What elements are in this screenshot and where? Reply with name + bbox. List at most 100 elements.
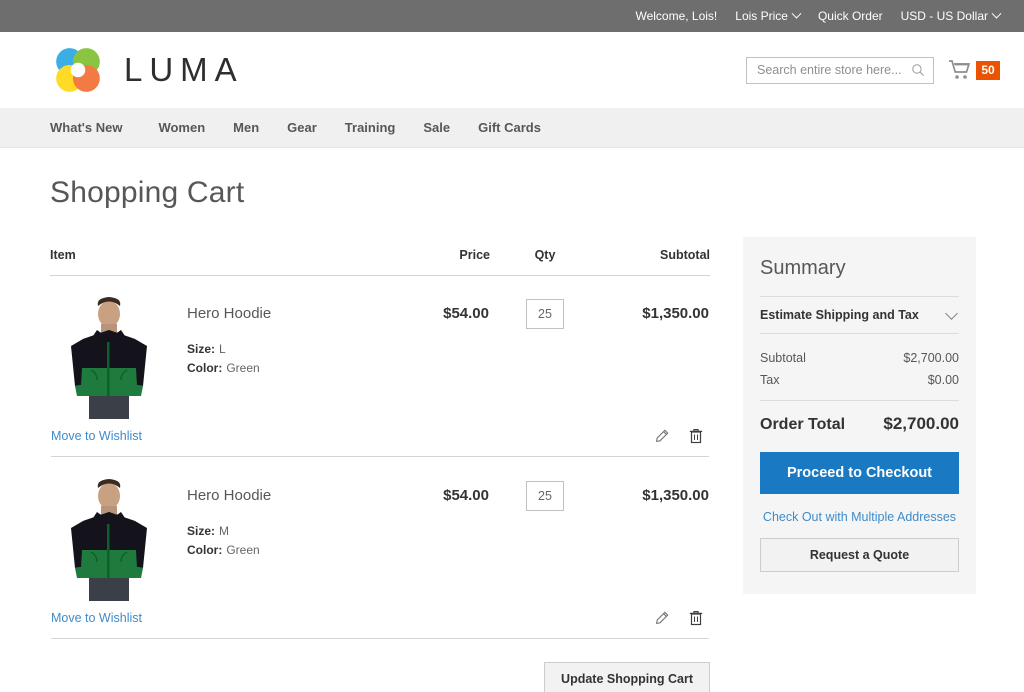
item-price: $54.00 bbox=[443, 305, 489, 322]
summary-tax-value: $0.00 bbox=[927, 373, 959, 387]
product-option-color: Color: Green bbox=[187, 359, 271, 378]
logo[interactable]: LUMA bbox=[50, 42, 244, 98]
estimate-shipping-toggle[interactable]: Estimate Shipping and Tax bbox=[760, 296, 959, 334]
table-row: Hero Hoodie Size: L Color: Green $54.00 … bbox=[50, 276, 710, 421]
luma-logo-icon bbox=[56, 48, 100, 92]
header-actions: 50 bbox=[746, 56, 1000, 84]
product-name[interactable]: Hero Hoodie bbox=[187, 487, 271, 504]
nav-item-training[interactable]: Training bbox=[331, 108, 410, 148]
welcome-message: Welcome, Lois! bbox=[635, 9, 718, 23]
move-to-wishlist-link[interactable]: Move to Wishlist bbox=[51, 429, 142, 443]
product-name[interactable]: Hero Hoodie bbox=[187, 305, 271, 322]
account-menu-label: Lois Price bbox=[735, 9, 788, 23]
hero-hoodie-image bbox=[51, 292, 167, 419]
summary-heading: Summary bbox=[760, 257, 846, 279]
option-value-color: Green bbox=[226, 361, 260, 375]
cart-table: Item Price Qty Subtotal Hero Hoodie Size… bbox=[50, 248, 710, 640]
shopping-cart-icon[interactable] bbox=[948, 59, 972, 81]
order-total-value: $2,700.00 bbox=[883, 414, 959, 433]
table-row-actions: Move to Wishlist bbox=[50, 602, 710, 640]
column-header-price: Price bbox=[378, 248, 490, 276]
proceed-to-checkout-button[interactable]: Proceed to Checkout bbox=[760, 452, 959, 494]
item-subtotal: $1,350.00 bbox=[642, 487, 709, 504]
move-to-wishlist-link[interactable]: Move to Wishlist bbox=[51, 611, 142, 625]
column-header-qty: Qty bbox=[490, 248, 600, 276]
quick-order-link[interactable]: Quick Order bbox=[818, 9, 883, 23]
cart-items-section: Item Price Qty Subtotal Hero Hoodie Size… bbox=[50, 248, 710, 692]
search-input[interactable] bbox=[755, 62, 911, 78]
summary-tax-row: Tax $0.00 bbox=[760, 369, 959, 391]
order-summary-panel: Summary Estimate Shipping and Tax Subtot… bbox=[743, 237, 976, 594]
delete-trash-icon[interactable] bbox=[689, 428, 703, 444]
summary-tax-label: Tax bbox=[760, 373, 780, 387]
qty-input[interactable] bbox=[526, 481, 564, 511]
cart-item-cell: Hero Hoodie Size: L Color: Green bbox=[50, 276, 378, 421]
request-a-quote-button[interactable]: Request a Quote bbox=[760, 538, 959, 572]
multiple-addresses-link[interactable]: Check Out with Multiple Addresses bbox=[760, 510, 959, 524]
hero-hoodie-image bbox=[51, 474, 167, 601]
estimate-shipping-label: Estimate Shipping and Tax bbox=[760, 308, 919, 322]
option-label-color: Color: bbox=[187, 543, 223, 557]
main-navigation: What's New Women Men Gear Training Sale … bbox=[0, 108, 1024, 148]
cart-item-actions: Move to Wishlist bbox=[51, 602, 709, 639]
option-label-size: Size: bbox=[187, 524, 216, 538]
cart-item-cell: Hero Hoodie Size: M Color: Green bbox=[50, 458, 378, 602]
item-qty-cell bbox=[490, 458, 600, 602]
option-value-size: L bbox=[219, 342, 226, 356]
product-thumbnail[interactable] bbox=[51, 474, 167, 601]
product-option-size: Size: L bbox=[187, 340, 271, 359]
table-row-actions: Move to Wishlist bbox=[50, 420, 710, 458]
column-header-subtotal: Subtotal bbox=[600, 248, 710, 276]
chevron-down-icon bbox=[945, 306, 958, 320]
item-price: $54.00 bbox=[443, 487, 489, 504]
product-details: Hero Hoodie Size: L Color: Green bbox=[167, 292, 271, 419]
summary-subtotal-label: Subtotal bbox=[760, 351, 806, 365]
minicart[interactable]: 50 bbox=[948, 59, 1000, 81]
currency-switcher[interactable]: USD - US Dollar bbox=[900, 8, 1002, 23]
search-icon[interactable] bbox=[911, 63, 925, 77]
cart-item-actions: Move to Wishlist bbox=[51, 420, 709, 457]
edit-pencil-icon[interactable] bbox=[654, 429, 669, 444]
account-menu[interactable]: Lois Price bbox=[735, 8, 802, 23]
summary-totals: Subtotal $2,700.00 Tax $0.00 Order Total… bbox=[760, 334, 959, 438]
utility-bar: Welcome, Lois! Lois Price Quick Order US… bbox=[0, 0, 1024, 32]
item-subtotal: $1,350.00 bbox=[642, 305, 709, 322]
table-row: Hero Hoodie Size: M Color: Green $54.00 … bbox=[50, 458, 710, 602]
currency-switcher-label: USD - US Dollar bbox=[900, 9, 988, 23]
summary-subtotal-row: Subtotal $2,700.00 bbox=[760, 347, 959, 369]
nav-item-gear[interactable]: Gear bbox=[273, 108, 331, 148]
summary-order-total-row: Order Total $2,700.00 bbox=[760, 400, 959, 438]
summary-subtotal-value: $2,700.00 bbox=[903, 351, 959, 365]
order-total-label: Order Total bbox=[760, 416, 846, 433]
product-thumbnail[interactable] bbox=[51, 292, 167, 419]
option-label-size: Size: bbox=[187, 342, 216, 356]
logo-text: LUMA bbox=[124, 51, 244, 88]
chevron-down-icon bbox=[991, 8, 1002, 19]
product-details: Hero Hoodie Size: M Color: Green bbox=[167, 474, 271, 601]
page-title: Shopping Cart bbox=[50, 176, 245, 209]
cart-table-header-row: Item Price Qty Subtotal bbox=[50, 248, 710, 276]
option-value-color: Green bbox=[226, 543, 260, 557]
product-option-color: Color: Green bbox=[187, 541, 271, 560]
nav-item-gift-cards[interactable]: Gift Cards bbox=[464, 108, 555, 148]
qty-input[interactable] bbox=[526, 299, 564, 329]
edit-pencil-icon[interactable] bbox=[654, 611, 669, 626]
cart-count-badge: 50 bbox=[976, 60, 1000, 80]
chevron-down-icon bbox=[791, 8, 802, 19]
option-label-color: Color: bbox=[187, 361, 223, 375]
nav-item-men[interactable]: Men bbox=[219, 108, 273, 148]
column-header-item: Item bbox=[50, 248, 378, 276]
nav-item-whats-new[interactable]: What's New bbox=[50, 108, 144, 148]
update-shopping-cart-button[interactable]: Update Shopping Cart bbox=[544, 662, 710, 692]
product-option-size: Size: M bbox=[187, 522, 271, 541]
page-body: Shopping Cart Item Price Qty Subtotal He… bbox=[0, 176, 1024, 692]
cart-main-actions: Update Shopping Cart bbox=[50, 640, 710, 692]
nav-item-women[interactable]: Women bbox=[144, 108, 219, 148]
cart-layout: Item Price Qty Subtotal Hero Hoodie Size… bbox=[50, 237, 976, 692]
nav-item-sale[interactable]: Sale bbox=[409, 108, 464, 148]
search-box[interactable] bbox=[746, 56, 934, 84]
item-qty-cell bbox=[490, 276, 600, 421]
delete-trash-icon[interactable] bbox=[689, 610, 703, 626]
option-value-size: M bbox=[219, 524, 230, 538]
site-header: LUMA 50 bbox=[0, 32, 1024, 108]
